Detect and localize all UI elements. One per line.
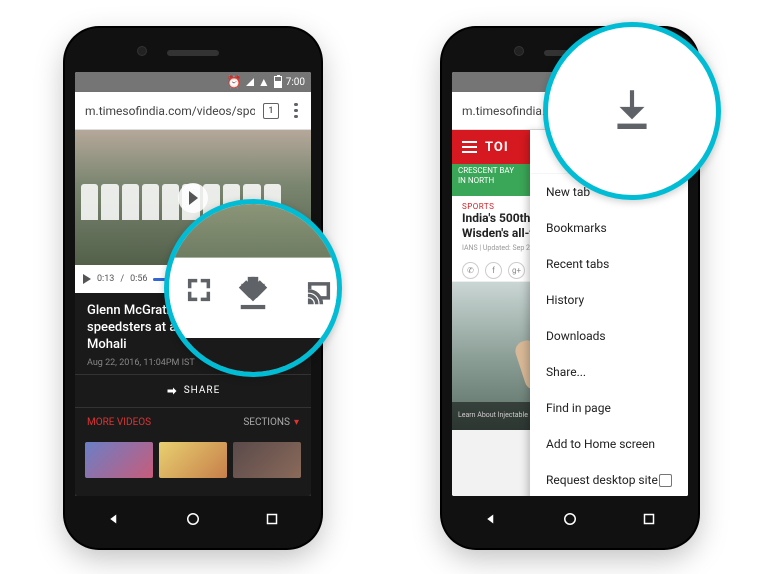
download-icon (232, 272, 274, 318)
android-navbar (75, 504, 311, 538)
tab-switcher[interactable]: 1 (263, 103, 279, 119)
battery-icon (274, 76, 282, 88)
gplus-icon[interactable]: g+ (508, 262, 525, 279)
menu-item-bookmarks[interactable]: Bookmarks (530, 210, 688, 246)
menu-item-find[interactable]: Find in page (530, 390, 688, 426)
status-bar: ⏰ ▲ 7:00 (75, 72, 311, 92)
android-navbar (452, 504, 688, 538)
menu-item-recent-tabs[interactable]: Recent tabs (530, 246, 688, 282)
signal-icon (246, 78, 254, 86)
video-thumbnails (75, 438, 311, 482)
thumb-3[interactable] (233, 442, 301, 478)
front-camera (514, 46, 524, 56)
site-logo[interactable]: TOI (485, 140, 509, 155)
omnibox[interactable]: m.timesofindia.com/videos/sports/crick 1 (75, 92, 311, 130)
menu-item-desktop-label: Request desktop site (546, 473, 658, 487)
tab-more-videos[interactable]: MORE VIDEOS (87, 417, 151, 428)
share-bar[interactable]: SHARE (75, 374, 311, 408)
whatsapp-icon[interactable]: ✆ (462, 262, 479, 279)
alarm-icon: ⏰ (227, 76, 242, 88)
clock: 7:00 (286, 77, 305, 88)
recents-button[interactable] (640, 510, 658, 532)
back-button[interactable] (105, 510, 123, 532)
recents-button[interactable] (263, 510, 281, 532)
menu-item-desktop-site[interactable]: Request desktop site (530, 462, 688, 496)
menu-item-share[interactable]: Share... (530, 354, 688, 390)
thumb-2[interactable] (159, 442, 227, 478)
callout-circle-menu-download (543, 22, 721, 200)
facebook-icon[interactable]: f (485, 262, 502, 279)
front-camera (137, 46, 147, 56)
menu-item-history[interactable]: History (530, 282, 688, 318)
back-button[interactable] (482, 510, 500, 532)
section-tabs: MORE VIDEOS SECTIONS (75, 408, 311, 438)
wifi-icon: ▲ (258, 76, 270, 88)
thumb-1[interactable] (85, 442, 153, 478)
desktop-site-checkbox[interactable] (659, 474, 672, 487)
download-icon (607, 84, 657, 138)
callout-circle-video-download (164, 199, 342, 377)
share-label: SHARE (184, 385, 221, 396)
duration: 0:56 (130, 274, 147, 284)
time-sep: / (120, 274, 124, 284)
cast-icon (305, 278, 333, 310)
play-icon[interactable] (83, 274, 91, 284)
hamburger-icon[interactable] (462, 141, 477, 153)
overflow-menu-button[interactable] (287, 99, 305, 123)
home-button[interactable] (561, 510, 579, 532)
menu-item-downloads[interactable]: Downloads (530, 318, 688, 354)
elapsed-time: 0:13 (97, 274, 114, 284)
menu-item-add-home[interactable]: Add to Home screen (530, 426, 688, 462)
speaker (167, 50, 219, 56)
tab-sections[interactable]: SECTIONS (243, 417, 299, 428)
home-button[interactable] (184, 510, 202, 532)
url-text[interactable]: m.timesofindia.com/videos/sports/crick (85, 104, 255, 118)
fullscreen-icon (185, 276, 213, 308)
share-icon (166, 385, 178, 397)
